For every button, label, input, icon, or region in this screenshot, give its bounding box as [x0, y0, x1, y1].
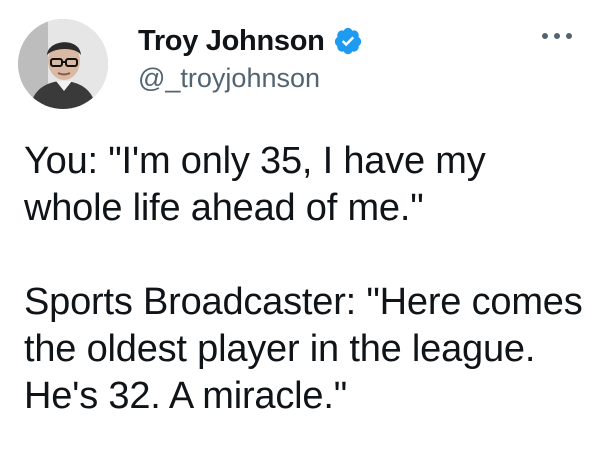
verified-badge-icon	[333, 26, 363, 56]
author-name-row: Troy Johnson	[138, 24, 363, 58]
more-dot	[566, 33, 572, 39]
tweet-card: Troy Johnson @_troyjohnson You: "I'm onl…	[0, 0, 599, 470]
author-display-name[interactable]: Troy Johnson	[138, 24, 325, 58]
more-dot	[554, 33, 560, 39]
tweet-paragraph: You: "I'm only 35, I have my whole life …	[24, 140, 486, 229]
more-dot	[542, 33, 548, 39]
profile-photo-icon	[18, 19, 108, 109]
author-handle[interactable]: @_troyjohnson	[138, 62, 320, 94]
tweet-text: You: "I'm only 35, I have my whole life …	[24, 138, 584, 420]
more-horizontal-icon[interactable]	[537, 26, 577, 46]
tweet-paragraph: Sports Broadcaster: "Here comes the olde…	[24, 281, 583, 417]
avatar[interactable]	[18, 19, 108, 109]
